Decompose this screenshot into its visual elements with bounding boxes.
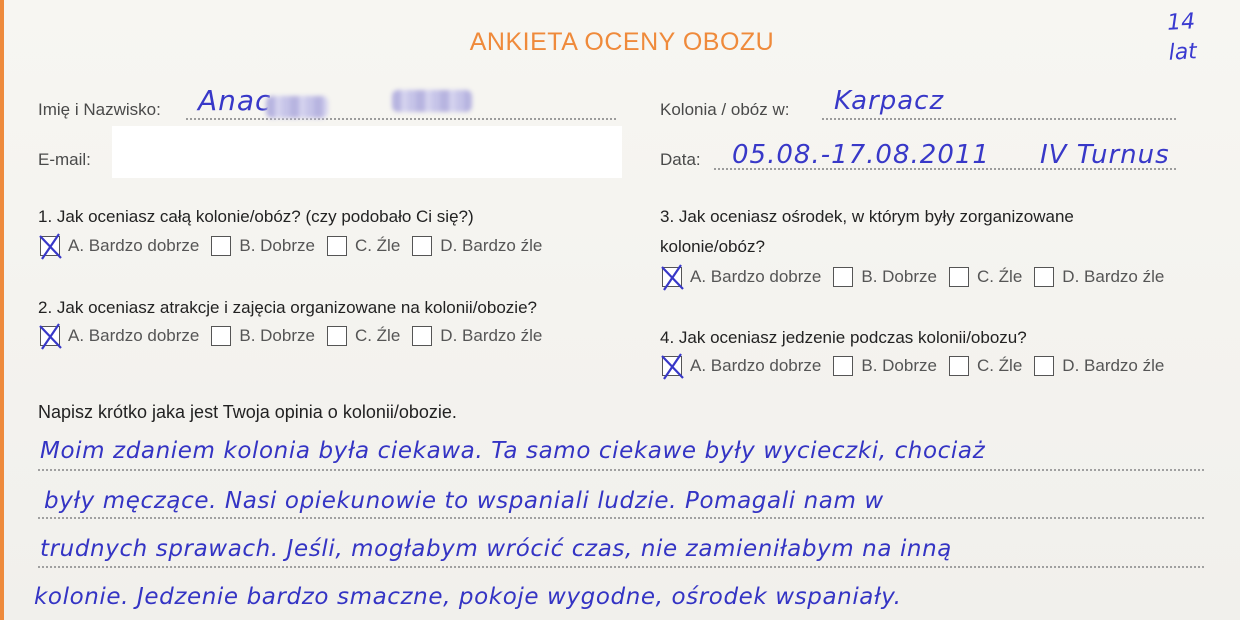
age-number: 14 (1166, 9, 1196, 36)
q1-option-c[interactable]: C. Źle (326, 236, 400, 256)
checkbox[interactable] (1034, 267, 1055, 287)
q4-option-a[interactable]: A. Bardzo dobrze (661, 353, 821, 380)
question-4-options: A. Bardzo dobrze B. Dobrze C. Źle D. Bar… (661, 353, 1176, 380)
q4-option-c[interactable]: C. Źle (948, 356, 1022, 376)
question-2-options: A. Bardzo dobrze B. Dobrze C. Źle D. Bar… (39, 323, 554, 350)
checkbox[interactable] (833, 356, 854, 376)
form-title: ANKIETA OCENY OBOZU (469, 28, 775, 56)
q1-option-d[interactable]: D. Bardzo źle (412, 236, 542, 256)
q1-option-a[interactable]: A. Bardzo dobrze (39, 233, 199, 260)
question-1-options: A. Bardzo dobrze B. Dobrze C. Źle D. Bar… (39, 233, 554, 260)
x-mark-icon (39, 233, 62, 260)
name-blur-2 (392, 90, 472, 112)
q4-option-b[interactable]: B. Dobrze (833, 356, 937, 376)
question-3-number: 3. (660, 207, 675, 226)
question-3: 3. Jak oceniasz ośrodek, w którym były z… (660, 202, 1160, 262)
question-1-text: Jak oceniasz całą kolonie/obóz? (czy pod… (56, 207, 474, 226)
survey-card: ANKIETA OCENY OBOZU 14 lat Imię i Nazwis… (0, 0, 1240, 620)
q1-option-b[interactable]: B. Dobrze (211, 236, 315, 256)
checkbox[interactable] (326, 326, 347, 346)
checkbox[interactable] (211, 236, 232, 256)
name-blur-1 (266, 96, 328, 118)
ruled-line-1 (38, 469, 1204, 471)
question-4-text: Jak oceniasz jedzenie podczas kolonii/ob… (678, 328, 1027, 347)
camp-label: Kolonia / obóz w: (660, 100, 790, 119)
question-1: 1. Jak oceniasz całą kolonie/obóz? (czy … (38, 202, 474, 232)
checkbox[interactable] (412, 236, 433, 256)
question-2-number: 2. (38, 298, 53, 317)
age-unit: lat (1167, 39, 1198, 66)
checkbox-checked[interactable] (39, 323, 62, 350)
question-2: 2. Jak oceniasz atrakcje i zajęcia organ… (38, 293, 537, 323)
camp-dotline (822, 118, 1176, 120)
checkbox-checked[interactable] (39, 233, 62, 260)
question-1-number: 1. (38, 207, 53, 226)
question-3-text: Jak oceniasz ośrodek, w którym były zorg… (678, 207, 1074, 226)
name-label: Imię i Nazwisko: (38, 100, 161, 119)
q2-option-c[interactable]: C. Źle (326, 326, 400, 346)
opinion-line-3: trudnych sprawach. Jeśli, mogłabym wróci… (40, 536, 952, 562)
x-mark-icon (39, 323, 62, 350)
handwritten-age-note: 14 lat (1150, 6, 1213, 69)
checkbox[interactable] (1034, 356, 1055, 376)
checkbox[interactable] (948, 356, 969, 376)
question-2-text: Jak oceniasz atrakcje i zajęcia organizo… (56, 298, 537, 317)
q3-option-d[interactable]: D. Bardzo źle (1034, 267, 1164, 287)
checkbox-checked[interactable] (661, 353, 684, 380)
checkbox[interactable] (211, 326, 232, 346)
checkbox[interactable] (412, 326, 433, 346)
opinion-line-2: były męczące. Nasi opiekunowie to wspani… (44, 488, 884, 514)
ruled-line-2 (38, 517, 1204, 519)
x-mark-icon (661, 353, 684, 380)
date-handwritten: 05.08.-17.08.2011 (732, 140, 990, 170)
name-handwritten: Anac (198, 84, 272, 117)
q3-option-a[interactable]: A. Bardzo dobrze (661, 264, 821, 291)
checkbox-checked[interactable] (661, 264, 684, 291)
q2-option-b[interactable]: B. Dobrze (211, 326, 315, 346)
date-label: Data: (660, 150, 701, 169)
opinion-line-4: kolonie. Jedzenie bardzo smaczne, pokoje… (34, 584, 902, 610)
name-dotline (186, 118, 616, 120)
opinion-line-1: Moim zdaniem kolonia była ciekawa. Ta sa… (40, 438, 986, 464)
q2-option-a[interactable]: A. Bardzo dobrze (39, 323, 199, 350)
opinion-prompt: Napisz krótko jaka jest Twoja opinia o k… (38, 402, 457, 422)
q3-option-b[interactable]: B. Dobrze (833, 267, 937, 287)
turnus-handwritten: IV Turnus (1040, 140, 1170, 170)
checkbox[interactable] (326, 236, 347, 256)
checkbox[interactable] (948, 267, 969, 287)
question-3-text-line2: kolonie/obóz? (660, 237, 765, 256)
camp-handwritten: Karpacz (834, 86, 945, 116)
q2-option-d[interactable]: D. Bardzo źle (412, 326, 542, 346)
x-mark-icon (661, 264, 684, 291)
email-redaction (112, 126, 622, 178)
checkbox[interactable] (833, 267, 854, 287)
question-3-options: A. Bardzo dobrze B. Dobrze C. Źle D. Bar… (661, 264, 1176, 291)
email-label: E-mail: (38, 150, 91, 169)
q3-option-c[interactable]: C. Źle (948, 267, 1022, 287)
ruled-line-3 (38, 566, 1204, 568)
question-4: 4. Jak oceniasz jedzenie podczas kolonii… (660, 323, 1027, 353)
question-4-number: 4. (660, 328, 675, 347)
q4-option-d[interactable]: D. Bardzo źle (1034, 356, 1164, 376)
